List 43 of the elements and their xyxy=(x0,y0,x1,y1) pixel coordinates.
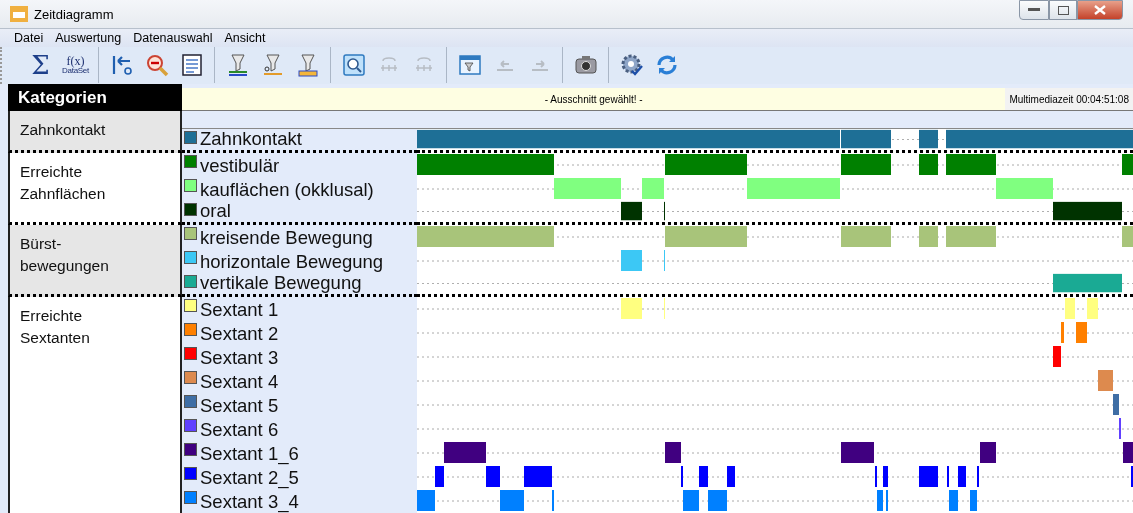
row-label: Zahnkontakt xyxy=(200,128,302,150)
minimize-icon xyxy=(1028,8,1040,12)
maximize-button[interactable] xyxy=(1049,0,1077,20)
row-label: kreisende Bewegung xyxy=(200,227,373,249)
row-label: vestibulär xyxy=(200,155,280,177)
row-label: Sextant 1_6 xyxy=(200,443,299,465)
category-label: Zahnkontakt xyxy=(20,120,107,140)
zoom-out-icon xyxy=(144,53,169,78)
row-label: Sextant 2 xyxy=(200,323,279,345)
filter-window-icon xyxy=(457,53,482,78)
row-label: horizontale Bewegung xyxy=(200,251,384,273)
filter-bars-icon xyxy=(295,53,320,78)
row-label: vertikale Bewegung xyxy=(200,272,362,294)
row-label: kauflächen (okklusal) xyxy=(200,179,374,201)
minimize-button[interactable] xyxy=(1019,0,1049,20)
zoom-icon xyxy=(341,53,366,78)
row-label: Sextant 4 xyxy=(200,371,279,393)
list-icon xyxy=(179,53,204,78)
gear-icon xyxy=(619,53,644,78)
menu-item[interactable]: Auswertung xyxy=(55,31,122,46)
row-label: Sextant 1 xyxy=(200,299,279,321)
row-label: Sextant 3_4 xyxy=(200,491,299,513)
category-label: Erreichte Zahnflächen xyxy=(20,162,107,205)
window-title: Zeitdiagramm xyxy=(34,6,114,22)
row-label: oral xyxy=(200,200,231,222)
category-label: Erreichte Sextanten xyxy=(20,306,91,349)
maximize-icon xyxy=(1057,5,1069,15)
sum-button[interactable]: Σ xyxy=(24,49,57,82)
row-label: Sextant 3 xyxy=(200,347,279,369)
media-time: Multimediazeit 00:04:51:08 xyxy=(1005,88,1133,110)
status-message: - Ausschnitt gewählt! - xyxy=(543,93,644,105)
menu-item[interactable]: Datei xyxy=(14,31,44,46)
close-button[interactable] xyxy=(1077,0,1123,20)
close-icon xyxy=(1094,5,1106,15)
menu-item[interactable]: Ansicht xyxy=(224,31,266,46)
app-logo-icon xyxy=(10,6,28,23)
category-label: Bürst-bewegungen xyxy=(20,234,110,277)
row-label: Sextant 5 xyxy=(200,395,279,417)
panel-header: Kategorien xyxy=(8,84,182,111)
menu-item[interactable]: Datenauswahl xyxy=(133,31,213,46)
row-label: Sextant 6 xyxy=(200,419,279,441)
function-button[interactable]: f(x) DataSet xyxy=(59,49,92,82)
row-label: Sextant 2_5 xyxy=(200,467,299,489)
